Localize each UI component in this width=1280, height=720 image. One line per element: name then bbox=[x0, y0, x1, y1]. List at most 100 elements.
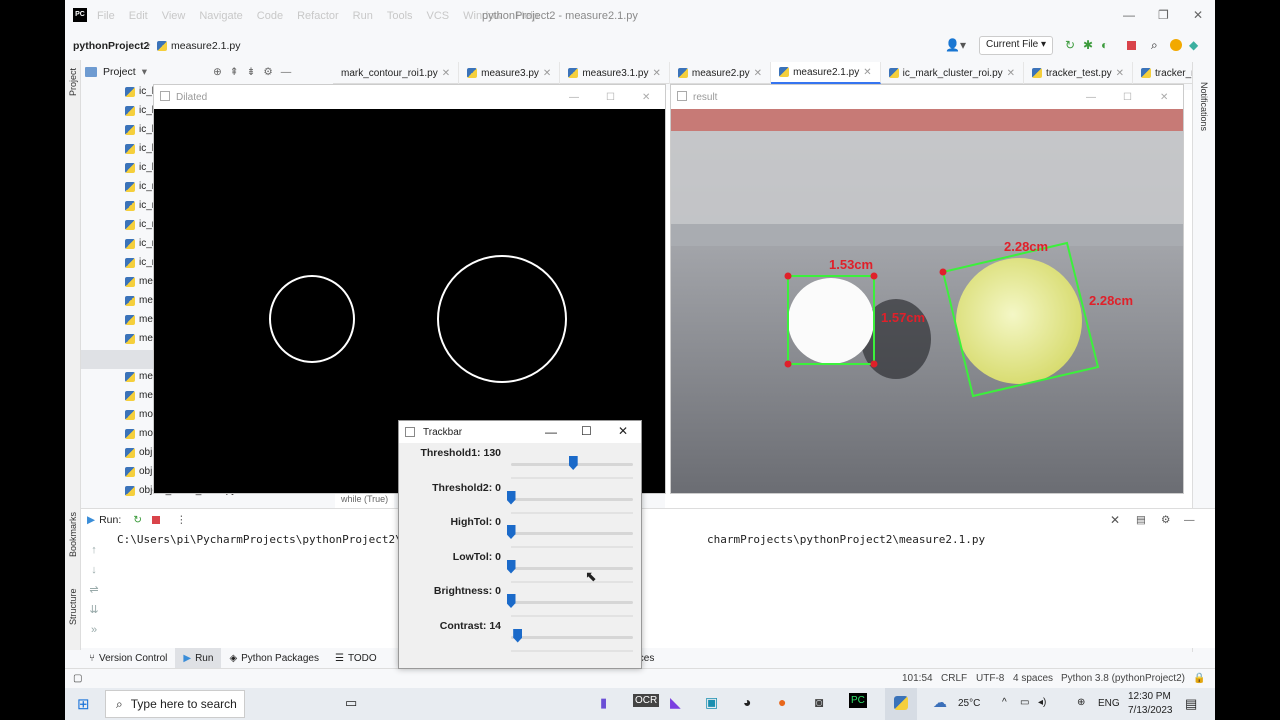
editor-tab[interactable]: ic_mark_cluster_roi.py ✕ bbox=[881, 62, 1025, 84]
menu-navigate[interactable]: Navigate bbox=[199, 10, 242, 22]
search-icon[interactable]: ⌕ bbox=[1151, 38, 1158, 53]
weather-icon[interactable]: ☁ bbox=[933, 694, 947, 711]
run-config-select[interactable]: Current File ▾ bbox=[979, 36, 1054, 55]
tree-file-item[interactable]: ic_l bbox=[125, 101, 154, 120]
result-minimize-icon[interactable]: — bbox=[1086, 92, 1096, 103]
weather-temp[interactable]: 25°C bbox=[958, 698, 980, 709]
trackbar-maximize-icon[interactable]: ☐ bbox=[581, 424, 592, 438]
menu-run[interactable]: Run bbox=[353, 10, 373, 22]
dilated-maximize-icon[interactable]: ☐ bbox=[606, 92, 615, 103]
editor-tab[interactable]: measure3.py ✕ bbox=[459, 62, 561, 84]
project-toolbar-icons[interactable]: ⊕⇞⇟⚙— bbox=[213, 66, 299, 78]
rerun-icon[interactable]: ↻ bbox=[1065, 38, 1075, 52]
trackbar-slider[interactable] bbox=[506, 594, 633, 608]
task-view-icon[interactable]: ▭ bbox=[345, 695, 357, 711]
trackbar-minimize-icon[interactable]: — bbox=[545, 425, 557, 439]
console-output-left[interactable]: C:\Users\pi\PycharmProjects\pythonProjec… bbox=[117, 533, 408, 546]
debug-icon[interactable]: ✱ bbox=[1083, 38, 1093, 52]
chevron-down-icon[interactable]: ▾ bbox=[142, 66, 147, 78]
update-icon[interactable] bbox=[1170, 39, 1182, 51]
tree-file-item[interactable]: ic_l bbox=[125, 82, 154, 101]
tree-file-item[interactable]: mo bbox=[125, 424, 153, 443]
result-maximize-icon[interactable]: ☐ bbox=[1123, 92, 1132, 103]
version-control-button[interactable]: ⑂ Version Control bbox=[81, 648, 175, 668]
editor-tab[interactable]: measure2.1.py ✕ bbox=[771, 62, 881, 84]
pycharm-taskbar-icon[interactable]: PC bbox=[849, 693, 867, 708]
tree-file-item[interactable]: ic_r bbox=[125, 196, 155, 215]
rerun-run-icon[interactable]: ↻ bbox=[133, 514, 142, 526]
tree-file-item[interactable]: ic_r bbox=[125, 234, 155, 253]
hide-panel-icon[interactable]: — bbox=[1184, 514, 1195, 526]
notifications-tool-label[interactable]: Notifications bbox=[1199, 82, 1209, 131]
tree-file-item[interactable]: ic_r bbox=[125, 253, 155, 272]
tab-close-icon[interactable]: ✕ bbox=[543, 68, 551, 79]
structure-tool-label[interactable]: Structure bbox=[68, 588, 78, 625]
dilated-minimize-icon[interactable]: — bbox=[569, 92, 579, 103]
run-tool-button[interactable]: ▶ Run bbox=[175, 648, 222, 668]
minimize-icon[interactable]: — bbox=[1123, 8, 1135, 22]
menu-code[interactable]: Code bbox=[257, 10, 283, 22]
status-layout-icon[interactable]: ▢ bbox=[73, 673, 82, 684]
app-icon-notes[interactable]: ▮ bbox=[600, 695, 607, 711]
menu-tools[interactable]: Tools bbox=[387, 10, 413, 22]
slider-thumb[interactable] bbox=[506, 525, 516, 539]
tree-file-item[interactable]: ic_l bbox=[125, 158, 154, 177]
lock-icon[interactable]: 🔒 bbox=[1193, 673, 1205, 684]
tab-close-icon[interactable]: ✕ bbox=[652, 68, 660, 79]
menu-vcs[interactable]: VCS bbox=[427, 10, 450, 22]
python-packages-button[interactable]: ◈ Python Packages bbox=[221, 648, 327, 668]
trackbar-slider[interactable] bbox=[511, 628, 633, 643]
todo-button[interactable]: ☰ TODO bbox=[327, 648, 385, 668]
jetbrains-icon[interactable]: ◆ bbox=[1189, 38, 1198, 52]
breadcrumb-file[interactable]: measure2.1.py bbox=[157, 40, 240, 52]
console-output-right[interactable]: charmProjects\pythonProject2\measure2.1.… bbox=[707, 533, 985, 546]
tree-file-item[interactable]: mo bbox=[125, 405, 153, 424]
trackbar-close-icon[interactable]: ✕ bbox=[618, 424, 628, 438]
tree-file-item[interactable]: ic_l bbox=[125, 120, 154, 139]
run-side-icons[interactable]: ↑ ↓ ⇌ ⇊» bbox=[87, 540, 101, 640]
tab-close-icon[interactable]: ✕ bbox=[1007, 68, 1015, 79]
language-indicator[interactable]: ENG bbox=[1098, 698, 1120, 709]
tree-file-item[interactable]: ic_r bbox=[125, 215, 155, 234]
app-icon-ocr[interactable]: OCR bbox=[633, 694, 660, 707]
tree-file-item[interactable]: ic_r bbox=[125, 177, 155, 196]
taskbar-search[interactable]: ⌕ Type here to search bbox=[105, 690, 245, 718]
caret-position[interactable]: 101:54 bbox=[902, 673, 933, 684]
stop-run-icon[interactable] bbox=[152, 516, 161, 524]
trackbar-slider[interactable] bbox=[506, 559, 633, 574]
editor-tab[interactable]: measure3.1.py ✕ bbox=[560, 62, 670, 84]
slider-thumb[interactable] bbox=[506, 559, 516, 574]
menu-refactor[interactable]: Refactor bbox=[297, 10, 339, 22]
user-icon[interactable]: 👤▾ bbox=[945, 38, 966, 52]
code-breadcrumb[interactable]: while (True) bbox=[335, 492, 395, 508]
slider-thumb[interactable] bbox=[506, 594, 516, 608]
slider-thumb[interactable] bbox=[513, 628, 523, 643]
app-icon-penguin[interactable]: ◕ bbox=[743, 694, 751, 710]
network-icon[interactable]: ▭ bbox=[1020, 697, 1029, 708]
trackbar-slider[interactable] bbox=[506, 490, 633, 505]
slider-thumb[interactable] bbox=[568, 456, 578, 470]
stop-icon[interactable] bbox=[1127, 41, 1136, 50]
tab-close-icon[interactable]: ✕ bbox=[863, 67, 871, 78]
editor-tab[interactable]: measure2.py ✕ bbox=[670, 62, 772, 84]
visual-studio-icon[interactable]: ◣ bbox=[670, 694, 681, 711]
tree-file-item[interactable]: ic_l bbox=[125, 139, 154, 158]
file-encoding[interactable]: UTF-8 bbox=[976, 673, 1004, 684]
tray-chevron-icon[interactable]: ^ bbox=[1002, 697, 1007, 708]
breadcrumb-project[interactable]: pythonProject2 bbox=[73, 40, 149, 52]
close-run-icon[interactable]: ✕ bbox=[1110, 513, 1120, 527]
restore-icon[interactable]: ❐ bbox=[1158, 8, 1169, 22]
trackbar-slider[interactable] bbox=[506, 525, 633, 539]
tree-file-item[interactable]: obj bbox=[125, 462, 152, 481]
close-icon[interactable]: ✕ bbox=[1193, 8, 1203, 22]
menu-file[interactable]: File bbox=[97, 10, 115, 22]
tab-close-icon[interactable]: ✕ bbox=[1116, 68, 1124, 79]
trackbar-slider[interactable] bbox=[511, 456, 633, 470]
more-options-icon[interactable]: ⋮ bbox=[176, 514, 187, 526]
result-close-icon[interactable]: ✕ bbox=[1160, 92, 1168, 103]
windows-start-icon[interactable]: ⊞ bbox=[77, 695, 90, 713]
editor-tab[interactable]: mark_contour_roi1.py ✕ bbox=[333, 62, 460, 84]
python-interpreter[interactable]: Python 3.8 (pythonProject2) bbox=[1061, 673, 1185, 684]
project-panel-title[interactable]: Project bbox=[103, 66, 136, 78]
clock-date[interactable]: 7/13/2023 bbox=[1128, 705, 1173, 716]
